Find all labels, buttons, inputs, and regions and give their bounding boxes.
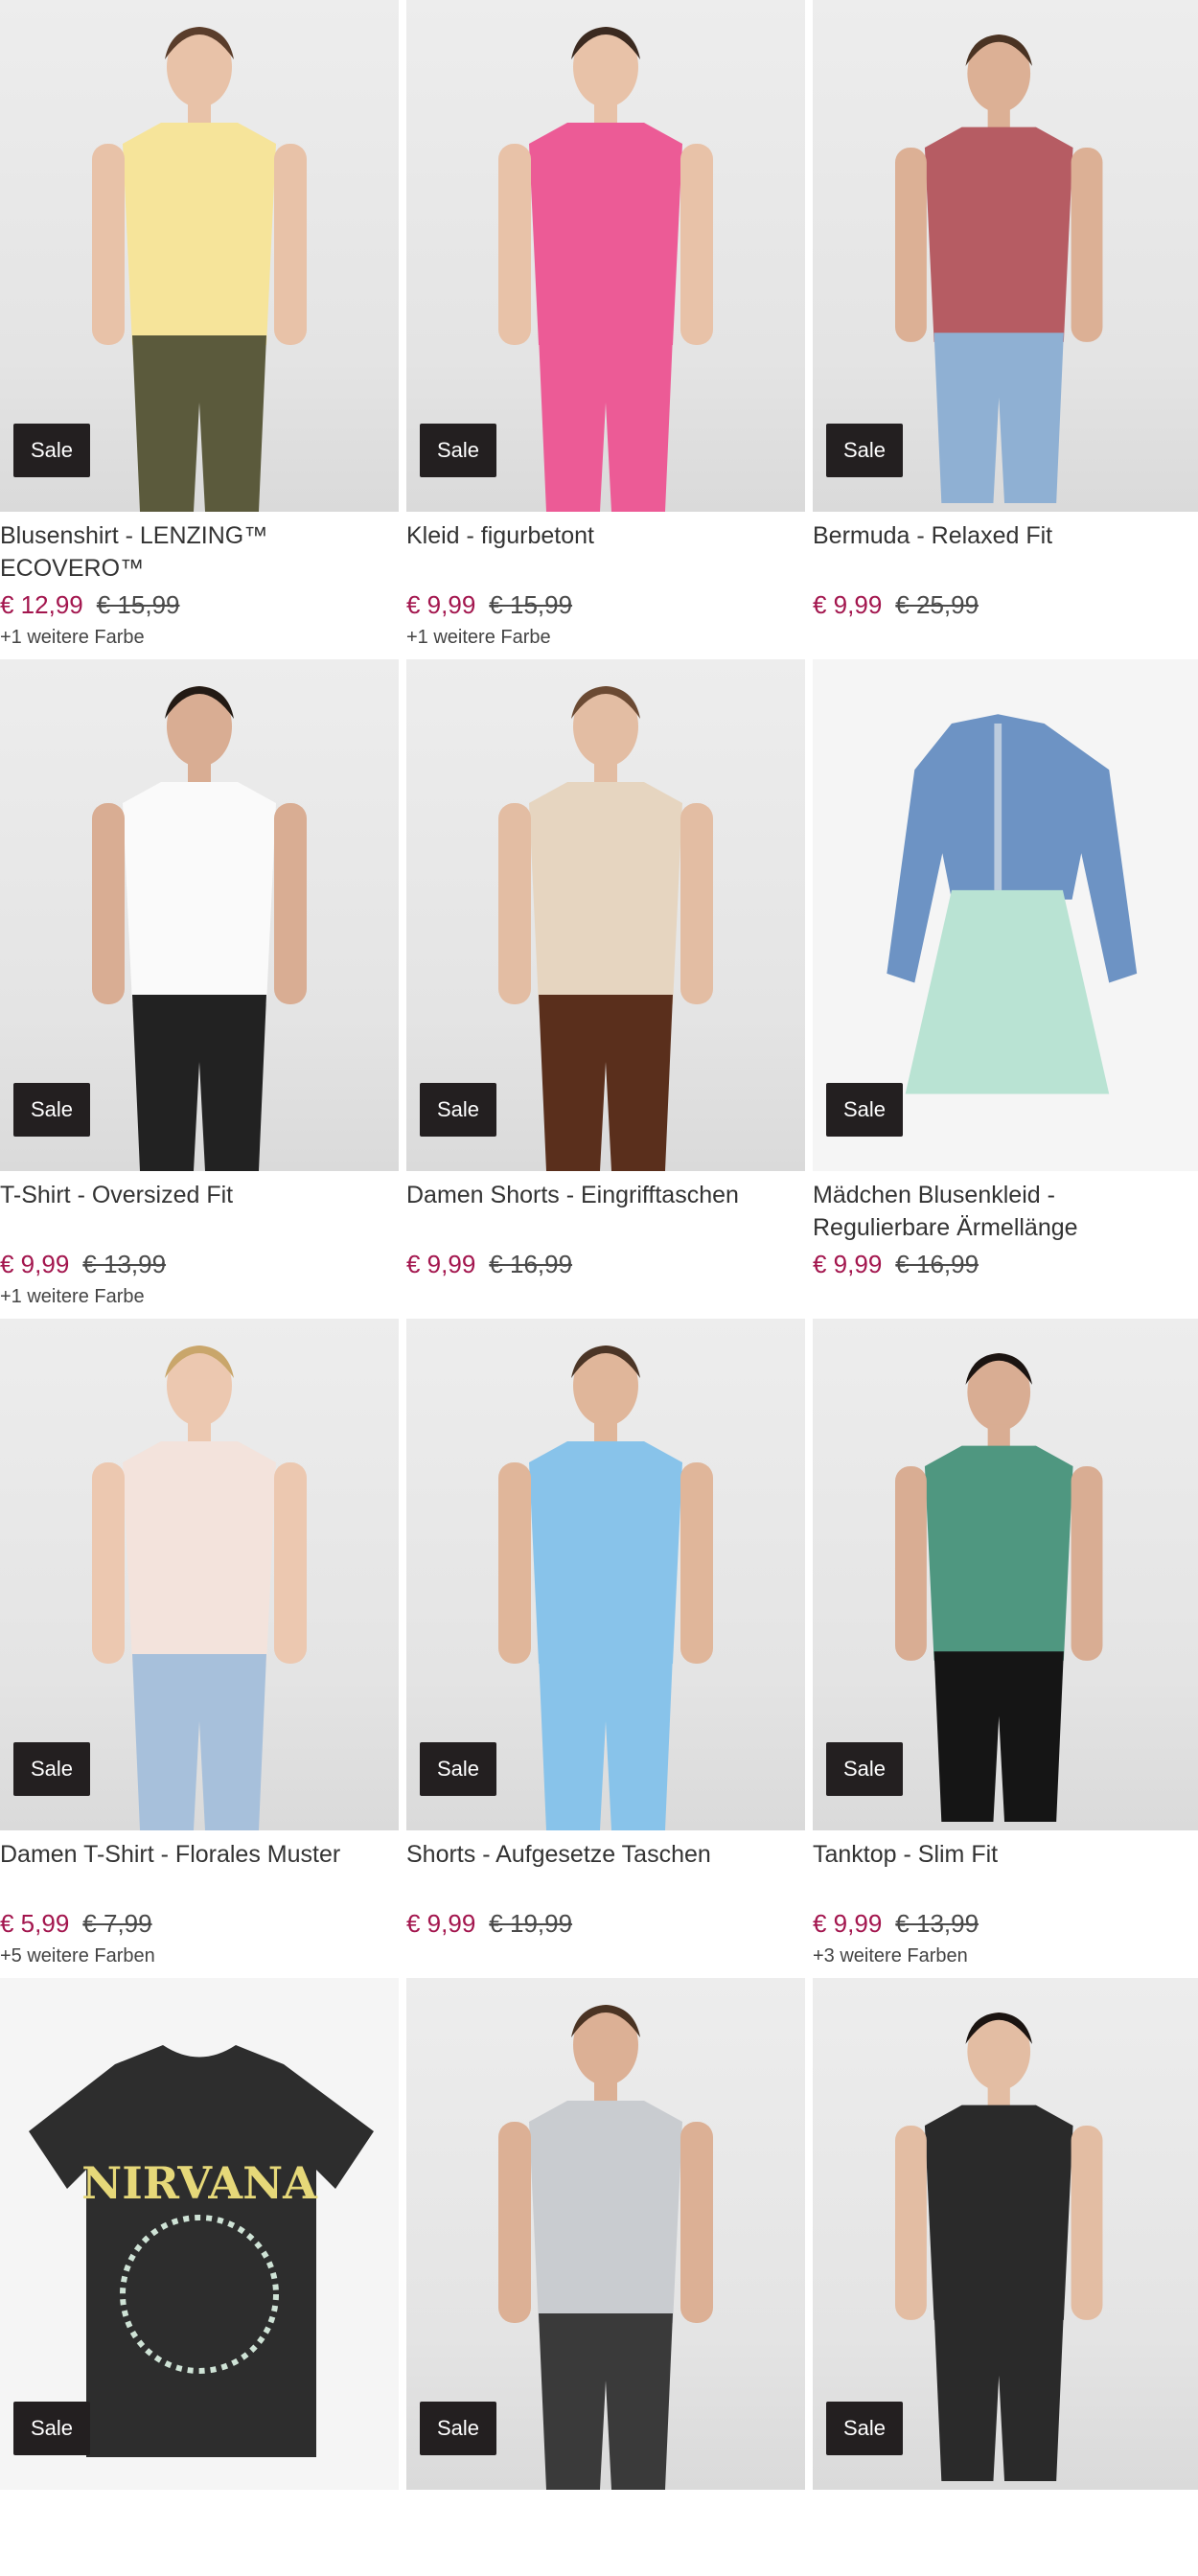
sale-badge: Sale	[826, 424, 904, 477]
more-colors-link[interactable]: +1 weitere Farbe	[406, 627, 805, 649]
product-card[interactable]: Sale Damen T-Shirt - Florales Muster € 5,9…	[0, 1319, 399, 1978]
product-title[interactable]: Damen T-Shirt - Florales Muster	[0, 1838, 399, 1903]
product-card[interactable]: Sale	[813, 1978, 1198, 2576]
product-grid: Sale Blusenshirt - LENZING™ ECOVERO™ € 12,…	[0, 0, 1198, 2576]
sale-price: € 9,99	[813, 1250, 883, 1278]
price-row: € 12,99 € 15,99	[0, 590, 399, 619]
sale-badge: Sale	[826, 1742, 904, 1796]
product-card[interactable]: Sale Bermuda - Relaxed Fit € 9,99 € 25,99	[813, 0, 1198, 659]
product-card[interactable]: Sale Blusenshirt - LENZING™ ECOVERO™ € 12,…	[0, 0, 399, 659]
price-row: € 9,99 € 19,99	[406, 1909, 805, 1938]
product-card[interactable]: Sale	[406, 1978, 805, 2576]
sale-badge: Sale	[420, 2402, 497, 2455]
original-price: € 13,99	[895, 1909, 979, 1938]
product-image[interactable]: Sale	[813, 1319, 1198, 1830]
sale-badge: Sale	[13, 1742, 91, 1796]
product-image[interactable]: NIRVANA Sale	[0, 1978, 399, 2490]
more-colors-link[interactable]: +3 weitere Farben	[813, 1945, 1198, 1967]
sale-price: € 9,99	[0, 1250, 70, 1278]
tshirt-print-text: NIRVANA	[81, 2157, 318, 2209]
original-price: € 16,99	[489, 1250, 573, 1278]
sale-price: € 9,99	[406, 1909, 476, 1938]
product-image[interactable]: Sale	[406, 0, 805, 512]
sale-badge: Sale	[420, 1742, 497, 1796]
product-card[interactable]: Sale Tanktop - Slim Fit € 9,99 € 13,99 +3 we…	[813, 1319, 1198, 1978]
product-title[interactable]: Shorts - Aufgesetze Taschen	[406, 1838, 805, 1903]
product-card[interactable]: NIRVANA Sale	[0, 1978, 399, 2576]
product-card[interactable]: Sale T-Shirt - Oversized Fit € 9,99 € 13,99…	[0, 659, 399, 1319]
product-title[interactable]: T-Shirt - Oversized Fit	[0, 1179, 399, 1244]
original-price: € 19,99	[489, 1909, 573, 1938]
price-row: € 5,99 € 7,99	[0, 1909, 399, 1938]
price-row: € 9,99 € 16,99	[406, 1250, 805, 1278]
product-image[interactable]: Sale	[0, 659, 399, 1171]
product-image[interactable]: Sale	[0, 1319, 399, 1830]
product-image[interactable]: Sale	[813, 659, 1198, 1171]
product-title[interactable]: Damen Shorts - Eingrifftaschen	[406, 1179, 805, 1244]
product-card[interactable]: Sale Damen Shorts - Eingrifftaschen € 9,99…	[406, 659, 805, 1319]
product-image[interactable]: Sale	[406, 659, 805, 1171]
product-image[interactable]: Sale	[406, 1319, 805, 1830]
more-colors-link[interactable]: +5 weitere Farben	[0, 1945, 399, 1967]
sale-price: € 12,99	[0, 590, 83, 619]
product-image[interactable]: Sale	[813, 0, 1198, 512]
price-row: € 9,99 € 16,99	[813, 1250, 1198, 1278]
sale-badge: Sale	[826, 2402, 904, 2455]
original-price: € 7,99	[82, 1909, 152, 1938]
sale-badge: Sale	[420, 424, 497, 477]
product-card[interactable]: Sale Kleid - figurbetont € 9,99 € 15,99 +1 w…	[406, 0, 805, 659]
original-price: € 15,99	[96, 590, 180, 619]
sale-price: € 9,99	[406, 590, 476, 619]
price-row: € 9,99 € 13,99	[0, 1250, 399, 1278]
more-colors-link[interactable]: +1 weitere Farbe	[0, 627, 399, 649]
original-price: € 16,99	[895, 1250, 979, 1278]
product-image[interactable]: Sale	[406, 1978, 805, 2490]
original-price: € 25,99	[895, 590, 979, 619]
price-row: € 9,99 € 13,99	[813, 1909, 1198, 1938]
price-row: € 9,99 € 15,99	[406, 590, 805, 619]
original-price: € 15,99	[489, 590, 573, 619]
product-image[interactable]: Sale	[0, 0, 399, 512]
product-title[interactable]: Tanktop - Slim Fit	[813, 1838, 1198, 1903]
product-title[interactable]: Kleid - figurbetont	[406, 519, 805, 585]
sale-price: € 5,99	[0, 1909, 70, 1938]
product-card[interactable]: Sale Mädchen Blusenkleid - Regulierbare Ä…	[813, 659, 1198, 1319]
sale-price: € 9,99	[406, 1250, 476, 1278]
sale-badge: Sale	[13, 1083, 91, 1137]
sale-price: € 9,99	[813, 1909, 883, 1938]
more-colors-link[interactable]: +1 weitere Farbe	[0, 1286, 399, 1308]
product-card[interactable]: Sale Shorts - Aufgesetze Taschen € 9,99 € 1…	[406, 1319, 805, 1978]
product-title[interactable]: Blusenshirt - LENZING™ ECOVERO™	[0, 519, 399, 585]
sale-badge: Sale	[826, 1083, 904, 1137]
sale-badge: Sale	[13, 424, 91, 477]
product-title[interactable]: Mädchen Blusenkleid - Regulierbare Ärmel…	[813, 1179, 1198, 1244]
price-row: € 9,99 € 25,99	[813, 590, 1198, 619]
original-price: € 13,99	[82, 1250, 167, 1278]
sale-badge: Sale	[420, 1083, 497, 1137]
product-title[interactable]: Bermuda - Relaxed Fit	[813, 519, 1198, 585]
sale-price: € 9,99	[813, 590, 883, 619]
product-image[interactable]: Sale	[813, 1978, 1198, 2490]
sale-badge: Sale	[13, 2402, 91, 2455]
